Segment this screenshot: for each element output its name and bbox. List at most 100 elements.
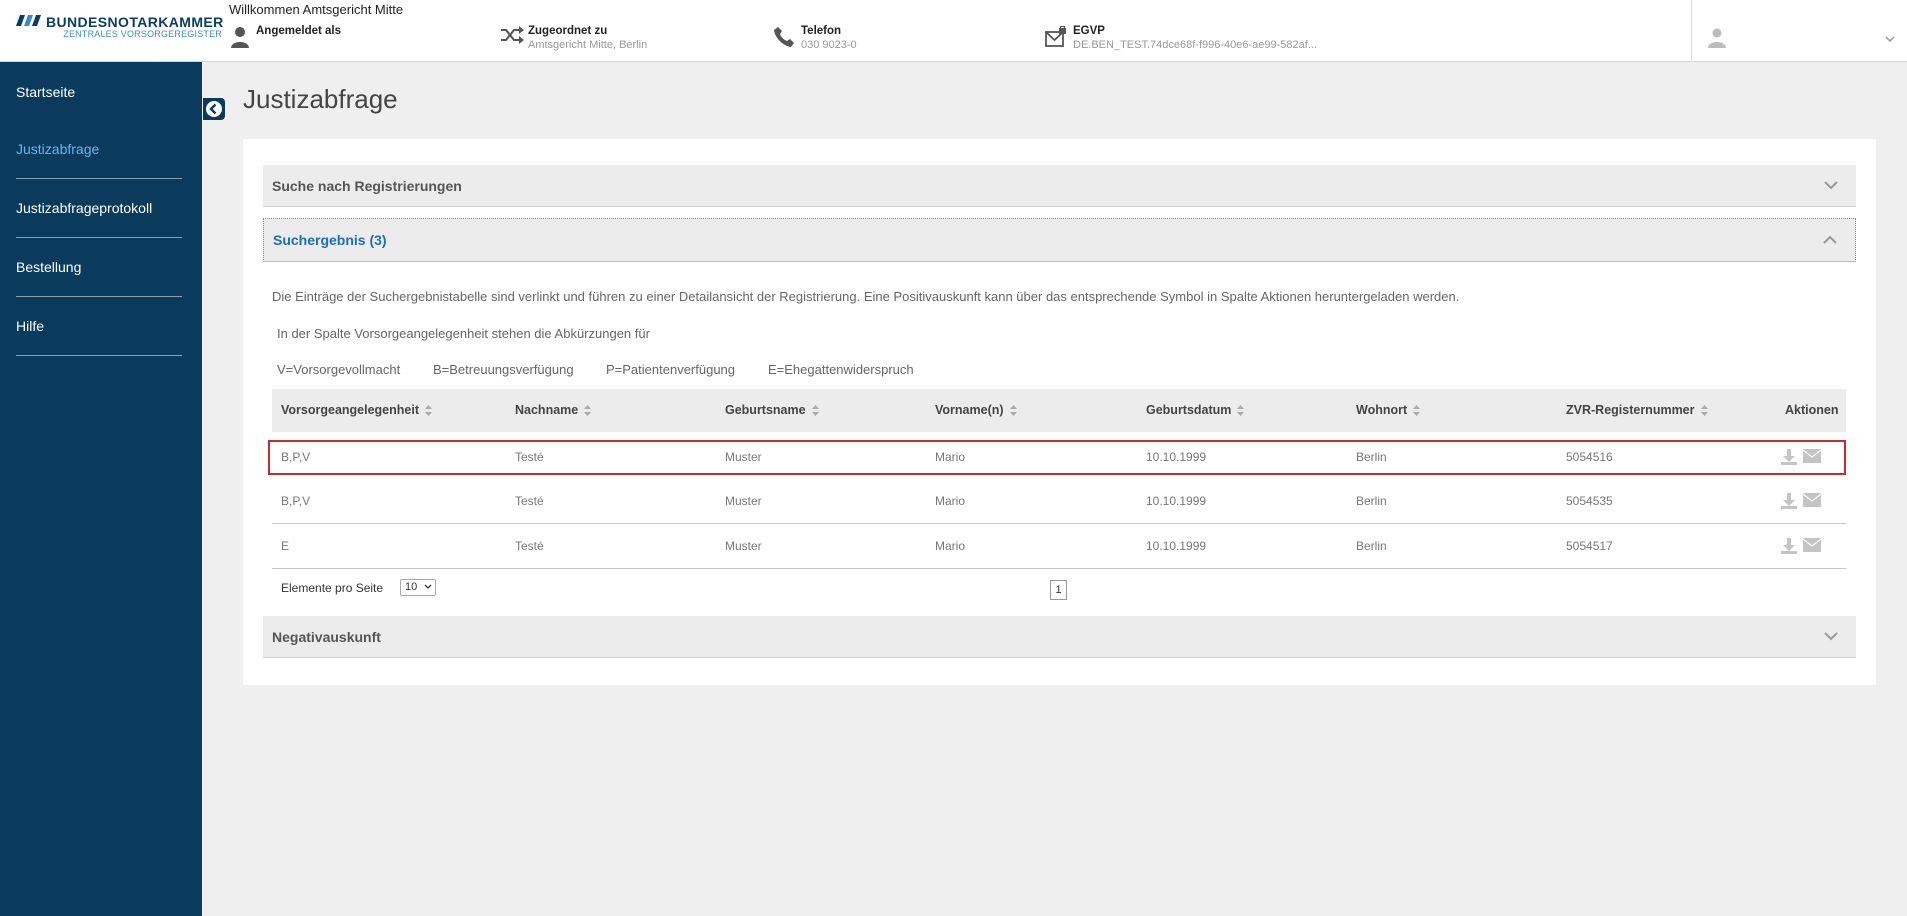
top-header: BUNDESNOTARKAMMER ZENTRALES VORSORGEREGI… — [0, 0, 1907, 62]
cell-geburtsdatum: 10.10.1999 — [1146, 539, 1207, 553]
phone-icon — [774, 27, 794, 47]
chevron-left-circle-icon — [206, 101, 222, 117]
sort-icon — [425, 405, 432, 417]
sort-icon — [1413, 405, 1421, 417]
result-description: Die Einträge der Suchergebnistabelle sin… — [272, 289, 1460, 304]
table-row[interactable]: B,P,V Testé Muster Mario 10.10.1999 Berl… — [272, 479, 1846, 524]
download-icon[interactable] — [1780, 492, 1798, 510]
abbreviation-e: E=Ehegattenwiderspruch — [768, 362, 914, 377]
sort-icon — [811, 405, 819, 417]
column-header-label: Vorsorgeangelegenheit — [281, 403, 419, 417]
sort-icon — [1009, 405, 1017, 417]
accordion-negative-title: Negativauskunft — [272, 629, 381, 645]
mail-lock-icon — [1045, 26, 1066, 47]
column-header-wohnort[interactable]: Wohnort — [1356, 403, 1421, 417]
cell-wohnort: Berlin — [1356, 494, 1387, 508]
cell-wohnort: Berlin — [1356, 539, 1387, 553]
sort-icon — [1700, 405, 1708, 417]
accordion-result-title: Suchergebnis (3) — [273, 232, 387, 248]
column-header-label: Geburtsname — [725, 403, 806, 417]
cell-nachname: Testé — [515, 494, 544, 508]
column-header-vornamen[interactable]: Vorname(n) — [935, 403, 1017, 417]
sort-icon — [1237, 405, 1245, 417]
cell-vorname: Mario — [935, 494, 966, 508]
cell-zvr: 5054535 — [1566, 494, 1613, 508]
sidebar-item-justizabfrageprotokoll[interactable]: Justizabfrageprotokoll — [16, 179, 182, 238]
chevron-down-icon — [1885, 36, 1895, 42]
sidebar-collapse-button[interactable] — [203, 98, 225, 120]
sidebar-item-justizabfrage[interactable]: Justizabfrage — [16, 120, 182, 179]
egvp-value: DE.BEN_TEST.74dce68f-f996-40e6-ae99-582a… — [1073, 39, 1317, 51]
cell-vorname: Mario — [935, 539, 966, 553]
download-icon[interactable] — [1780, 537, 1798, 555]
logged-in-label: Angemeldet als — [256, 25, 341, 37]
download-icon[interactable] — [1780, 448, 1798, 466]
page-size-select[interactable]: 10 — [400, 579, 436, 596]
cell-geburtsdatum: 10.10.1999 — [1146, 450, 1207, 464]
avatar-icon — [1708, 28, 1726, 48]
envelope-icon[interactable] — [1803, 448, 1821, 464]
accordion-result-header[interactable]: Suchergebnis (3) — [263, 218, 1856, 262]
assigned-label: Zugeordnet zu — [528, 25, 608, 37]
phone-label: Telefon — [801, 25, 842, 37]
table-header: Vorsorgeangelegenheit Nachname Geburtsna… — [272, 389, 1846, 432]
chevron-down-icon — [424, 584, 432, 589]
cell-vorsorgeangelegenheit: B,P,V — [281, 450, 311, 464]
table-row[interactable]: B,P,V Testé Muster Mario 10.10.1999 Berl… — [268, 440, 1846, 475]
abbreviation-v: V=Vorsorgevollmacht — [277, 362, 401, 377]
cell-geburtsname: Muster — [725, 539, 762, 553]
cell-vorname: Mario — [935, 450, 966, 464]
pagination-page-button[interactable]: 1 — [1050, 580, 1067, 600]
page-title: Justizabfrage — [243, 84, 398, 114]
cell-vorsorgeangelegenheit: E — [281, 539, 290, 553]
chevron-down-icon — [1824, 181, 1838, 190]
cell-geburtsname: Muster — [725, 450, 762, 464]
column-header-nachname[interactable]: Nachname — [515, 403, 592, 417]
accordion-negative-header[interactable]: Negativauskunft — [263, 616, 1856, 658]
sidebar-item-hilfe[interactable]: Hilfe — [16, 297, 182, 356]
column-header-vorsorgeangelegenheit[interactable]: Vorsorgeangelegenheit — [281, 403, 432, 417]
accordion-search-title: Suche nach Registrierungen — [272, 178, 462, 194]
shuffle-icon — [501, 26, 524, 44]
column-header-label: Geburtsdatum — [1146, 403, 1232, 417]
column-header-label: Vorname(n) — [935, 403, 1004, 417]
table-row[interactable]: E Testé Muster Mario 10.10.1999 Berlin 5… — [272, 524, 1846, 569]
welcome-text: Willkommen Amtsgericht Mitte — [229, 2, 404, 17]
user-menu-dropdown[interactable] — [1691, 0, 1907, 62]
column-header-label: Nachname — [515, 403, 579, 417]
column-header-aktionen: Aktionen — [1785, 403, 1839, 417]
cell-zvr: 5054517 — [1566, 539, 1613, 553]
cell-wohnort: Berlin — [1356, 450, 1387, 464]
envelope-icon[interactable] — [1803, 492, 1821, 508]
phone-value: 030 9023-0 — [801, 39, 857, 51]
sidebar-item-startseite[interactable]: Startseite — [16, 62, 182, 121]
envelope-icon[interactable] — [1803, 537, 1821, 553]
cell-geburtsname: Muster — [725, 494, 762, 508]
page-size-label: Elemente pro Seite — [281, 581, 384, 595]
sidebar-item-bestellung[interactable]: Bestellung — [16, 238, 182, 297]
cell-geburtsdatum: 10.10.1999 — [1146, 494, 1207, 508]
column-header-geburtsdatum[interactable]: Geburtsdatum — [1146, 403, 1245, 417]
accordion-search-header[interactable]: Suche nach Registrierungen — [263, 165, 1856, 207]
column-header-label: ZVR-Registernummer — [1566, 403, 1695, 417]
abbreviation-b: B=Betreuungsverfügung — [433, 362, 574, 377]
column-header-geburtsname[interactable]: Geburtsname — [725, 403, 819, 417]
chevron-down-icon — [1824, 632, 1838, 641]
logo-stripes-icon — [16, 15, 41, 26]
egvp-label: EGVP — [1073, 25, 1105, 37]
cell-vorsorgeangelegenheit: B,P,V — [281, 494, 311, 508]
cell-nachname: Testé — [515, 539, 544, 553]
brand-logo[interactable]: BUNDESNOTARKAMMER ZENTRALES VORSORGEREGI… — [16, 14, 223, 44]
main-card: Suche nach Registrierungen Suchergebnis … — [243, 139, 1876, 685]
brand-subtitle: ZENTRALES VORSORGEREGISTER — [63, 29, 222, 39]
column-header-zvr-registernummer[interactable]: ZVR-Registernummer — [1566, 403, 1708, 417]
assigned-value: Amtsgericht Mitte, Berlin — [528, 39, 648, 51]
page-size-value: 10 — [405, 581, 418, 593]
sidebar-nav: Startseite Justizabfrage Justizabfragepr… — [0, 62, 202, 916]
user-icon — [231, 27, 249, 48]
sort-icon — [584, 405, 592, 417]
abbreviation-p: P=Patientenverfügung — [606, 362, 736, 377]
abbreviation-intro: In der Spalte Vorsorgeangelegenheit steh… — [277, 326, 650, 341]
chevron-up-icon — [1823, 235, 1837, 244]
cell-zvr: 5054516 — [1566, 450, 1613, 464]
